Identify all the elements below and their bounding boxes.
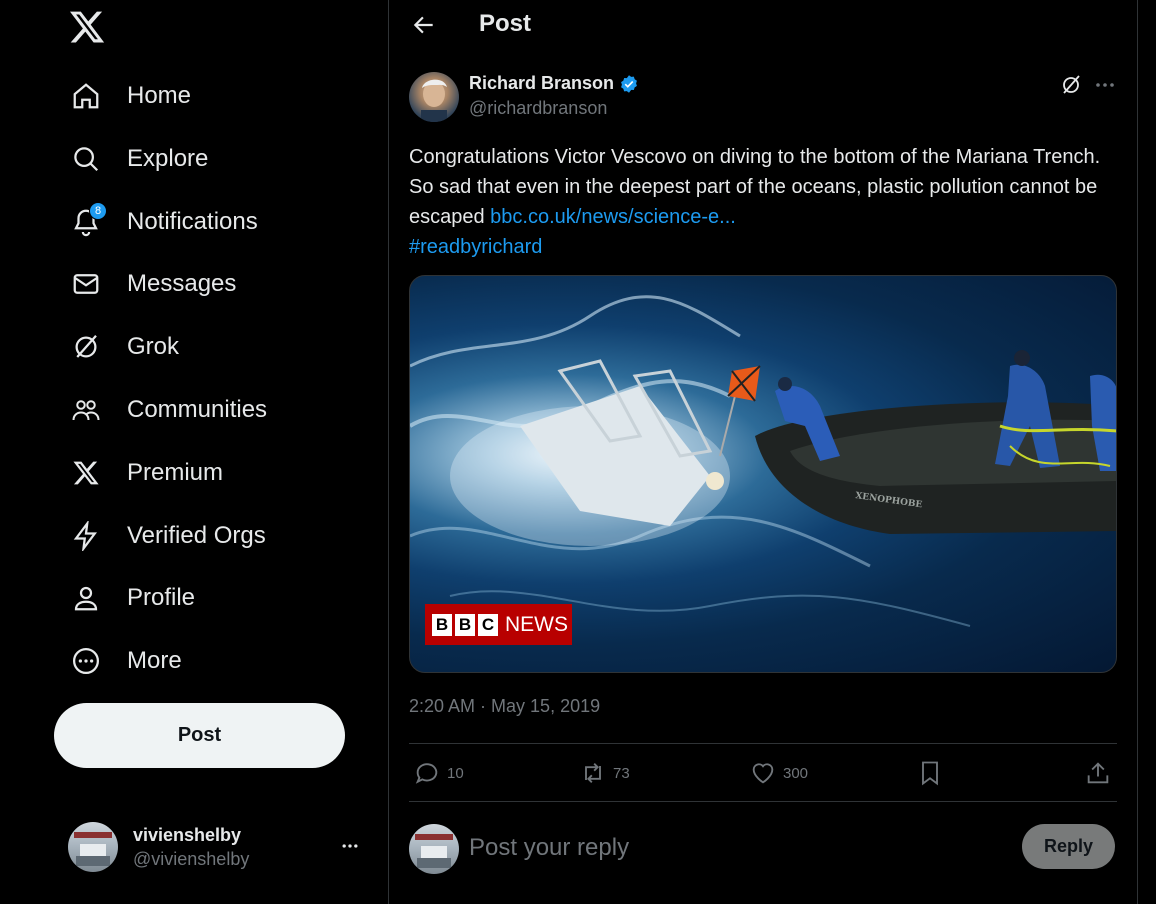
- envelope-icon: [70, 268, 102, 300]
- nav-label: Communities: [127, 396, 268, 423]
- back-arrow-icon[interactable]: [411, 12, 437, 38]
- nav-home[interactable]: Home: [58, 70, 203, 122]
- page-title: Post: [479, 10, 532, 37]
- account-handle: @vivienshelby: [133, 849, 250, 869]
- share-icon: [1087, 762, 1109, 784]
- column-divider: [1137, 0, 1138, 904]
- repost-count: 73: [613, 764, 630, 782]
- heart-icon: [752, 763, 774, 784]
- tweet-hashtag[interactable]: #readbyrichard: [409, 236, 542, 258]
- people-icon: [70, 394, 102, 426]
- lightning-icon: [70, 520, 102, 552]
- divider: [409, 801, 1117, 802]
- bbc-letter: B: [432, 613, 452, 636]
- avatar: [68, 822, 118, 872]
- nav-label: Grok: [127, 333, 180, 360]
- nav-label: Notifications: [127, 208, 258, 235]
- share-action[interactable]: [1084, 758, 1112, 788]
- nav-more[interactable]: More: [58, 635, 194, 687]
- bbc-news-badge: B B C NEWS: [425, 604, 572, 645]
- x-logo-icon[interactable]: [68, 8, 106, 46]
- search-icon: [70, 143, 102, 175]
- reply-button[interactable]: Reply: [1022, 824, 1115, 869]
- nav-label: Profile: [127, 584, 196, 611]
- tweet-link[interactable]: bbc.co.uk/news/science-e...: [490, 206, 736, 228]
- author-avatar[interactable]: [409, 72, 459, 122]
- nav-communities[interactable]: Communities: [58, 384, 279, 436]
- tweet-text: Congratulations Victor Vescovo on diving…: [409, 142, 1109, 262]
- like-count: 300: [783, 764, 809, 782]
- nav-messages[interactable]: Messages: [58, 258, 248, 310]
- repost-icon: [585, 763, 601, 783]
- nav-label: Home: [127, 82, 192, 109]
- grok-icon[interactable]: [1059, 73, 1083, 97]
- repost-action[interactable]: 73: [579, 758, 630, 788]
- account-switcher[interactable]: vivienshelby @vivienshelby: [58, 812, 378, 882]
- nav-label: Explore: [127, 145, 209, 172]
- home-icon: [70, 80, 102, 112]
- bbc-letter: C: [478, 613, 498, 636]
- notification-badge: 8: [89, 202, 107, 220]
- nav-profile[interactable]: Profile: [58, 572, 207, 624]
- nav-explore[interactable]: Explore: [58, 133, 220, 185]
- sidebar: Home Explore 8 Notifications Messages Gr…: [0, 0, 389, 904]
- author-name: Richard Branson: [469, 73, 615, 93]
- reply-action[interactable]: 10: [413, 758, 464, 788]
- account-name: vivienshelby: [133, 825, 242, 845]
- more-circle-icon: [70, 645, 102, 677]
- nav-label: More: [127, 647, 182, 674]
- post-button[interactable]: Post: [54, 703, 345, 768]
- bbc-news-text: NEWS: [505, 612, 568, 636]
- nav-label: Messages: [127, 270, 237, 297]
- more-horizontal-icon[interactable]: [1093, 73, 1117, 97]
- bookmark-action[interactable]: [916, 758, 944, 788]
- author-handle: @richardbranson: [469, 98, 608, 118]
- like-action[interactable]: 300: [749, 758, 808, 788]
- top-bar: Post: [389, 0, 1137, 50]
- grok-icon: [70, 331, 102, 363]
- avatar: [409, 824, 459, 874]
- divider: [409, 743, 1117, 744]
- bell-icon: 8: [70, 202, 107, 238]
- verified-badge-icon: [621, 74, 637, 93]
- nav-grok[interactable]: Grok: [58, 321, 191, 373]
- nav-label: Premium: [127, 459, 224, 486]
- nav-premium[interactable]: Premium: [58, 447, 235, 499]
- bbc-letter: B: [455, 613, 475, 636]
- reply-icon: [415, 763, 438, 784]
- person-icon: [70, 582, 102, 614]
- nav-notifications[interactable]: 8 Notifications: [58, 196, 270, 248]
- bookmark-icon: [922, 761, 938, 786]
- reply-input[interactable]: [469, 830, 989, 866]
- nav-label: Verified Orgs: [127, 522, 266, 549]
- reply-count: 10: [447, 764, 464, 782]
- nav-verified-orgs[interactable]: Verified Orgs: [58, 510, 278, 562]
- more-horizontal-icon[interactable]: [340, 836, 360, 856]
- tweet-media-image[interactable]: XENOPHOBE B B C NEWS: [409, 275, 1117, 673]
- post-detail: Post Richard Branson @richardbranson Con…: [389, 0, 1137, 904]
- author-name-row[interactable]: Richard Branson: [469, 73, 639, 94]
- tweet-timestamp[interactable]: 2:20 AM · May 15, 2019: [409, 696, 600, 717]
- x-logo-icon: [70, 457, 102, 489]
